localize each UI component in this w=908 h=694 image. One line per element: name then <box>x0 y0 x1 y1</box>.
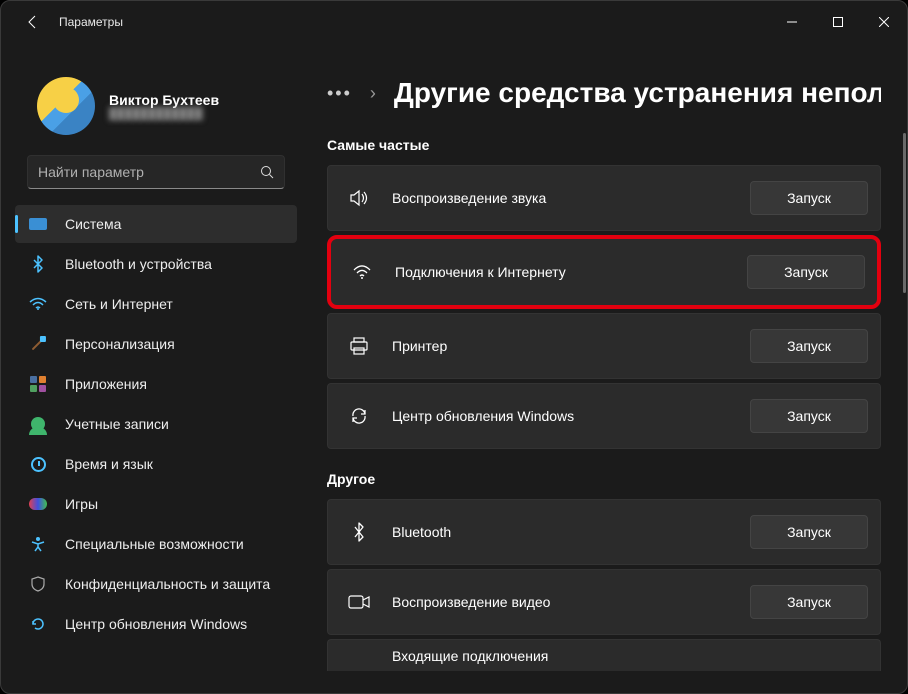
sidebar-item-label: Специальные возможности <box>65 536 244 552</box>
person-icon <box>29 415 47 433</box>
troubleshooter-audio: Воспроизведение звука Запуск <box>327 165 881 231</box>
troubleshooter-label: Подключения к Интернету <box>395 264 725 280</box>
maximize-button[interactable] <box>815 1 861 43</box>
system-icon <box>29 215 47 233</box>
sidebar-item-label: Центр обновления Windows <box>65 616 247 632</box>
sidebar-item-label: Конфиденциальность и защита <box>65 576 270 592</box>
troubleshooter-internet: Подключения к Интернету Запуск <box>327 235 881 309</box>
accessibility-icon <box>29 535 47 553</box>
sidebar-item-accessibility[interactable]: Специальные возможности <box>15 525 297 563</box>
window-controls <box>769 1 907 43</box>
breadcrumb: ••• › Другие средства устранения непола <box>311 43 897 115</box>
shield-icon <box>29 575 47 593</box>
troubleshooter-bluetooth: Bluetooth Запуск <box>327 499 881 565</box>
troubleshooter-label: Воспроизведение звука <box>392 190 728 206</box>
window-title: Параметры <box>59 15 123 29</box>
sidebar-item-personalization[interactable]: Персонализация <box>15 325 297 363</box>
settings-window: Параметры Виктор Бухтеев ████████████ <box>0 0 908 694</box>
sidebar-item-label: Сеть и Интернет <box>65 296 173 312</box>
troubleshooter-label: Воспроизведение видео <box>392 594 728 610</box>
run-button[interactable]: Запуск <box>750 399 868 433</box>
profile-block[interactable]: Виктор Бухтеев ████████████ <box>9 43 303 155</box>
bluetooth-icon <box>348 521 370 543</box>
clock-icon <box>29 455 47 473</box>
nav: Система Bluetooth и устройства Сеть и Ин… <box>9 205 303 643</box>
sidebar-item-label: Система <box>65 216 121 232</box>
sidebar-item-label: Приложения <box>65 376 147 392</box>
apps-icon <box>29 375 47 393</box>
run-button[interactable]: Запуск <box>747 255 865 289</box>
chevron-right-icon: › <box>370 83 376 104</box>
sidebar: Виктор Бухтеев ████████████ Система <box>1 43 311 693</box>
sidebar-item-label: Игры <box>65 496 98 512</box>
section-other: Другое <box>311 449 897 499</box>
profile-name: Виктор Бухтеев <box>109 92 219 108</box>
sidebar-item-label: Учетные записи <box>65 416 169 432</box>
search-input[interactable] <box>38 164 260 180</box>
troubleshooter-incoming: Входящие подключения Запуск <box>327 639 881 671</box>
sidebar-item-network[interactable]: Сеть и Интернет <box>15 285 297 323</box>
section-frequent: Самые частые <box>311 115 897 165</box>
page-title: Другие средства устранения непола <box>394 77 881 109</box>
run-button[interactable]: Запуск <box>750 329 868 363</box>
troubleshooter-label: Входящие подключения <box>392 648 868 664</box>
update-icon <box>29 615 47 633</box>
printer-icon <box>348 335 370 357</box>
troubleshooter-label: Центр обновления Windows <box>392 408 728 424</box>
sidebar-item-time[interactable]: Время и язык <box>15 445 297 483</box>
sidebar-item-system[interactable]: Система <box>15 205 297 243</box>
troubleshooter-printer: Принтер Запуск <box>327 313 881 379</box>
run-button[interactable]: Запуск <box>750 585 868 619</box>
scrollbar[interactable] <box>903 133 906 293</box>
search-box[interactable] <box>27 155 285 189</box>
sidebar-item-privacy[interactable]: Конфиденциальность и защита <box>15 565 297 603</box>
profile-email: ████████████ <box>109 108 219 120</box>
sync-icon <box>348 405 370 427</box>
wifi-icon <box>29 295 47 313</box>
video-icon <box>348 591 370 613</box>
troubleshooter-windows-update: Центр обновления Windows Запуск <box>327 383 881 449</box>
wifi-icon <box>351 261 373 283</box>
speaker-icon <box>348 187 370 209</box>
sidebar-item-accounts[interactable]: Учетные записи <box>15 405 297 443</box>
sidebar-item-games[interactable]: Игры <box>15 485 297 523</box>
bluetooth-icon <box>29 255 47 273</box>
search-icon <box>260 165 274 179</box>
sidebar-item-label: Время и язык <box>65 456 153 472</box>
sidebar-item-update[interactable]: Центр обновления Windows <box>15 605 297 643</box>
sidebar-item-label: Bluetooth и устройства <box>65 256 212 272</box>
troubleshooter-label: Bluetooth <box>392 524 728 540</box>
minimize-button[interactable] <box>769 1 815 43</box>
close-button[interactable] <box>861 1 907 43</box>
sidebar-item-apps[interactable]: Приложения <box>15 365 297 403</box>
run-button[interactable]: Запуск <box>750 515 868 549</box>
run-button[interactable]: Запуск <box>750 181 868 215</box>
avatar <box>37 77 95 135</box>
breadcrumb-overflow[interactable]: ••• <box>327 83 352 104</box>
main-content: ••• › Другие средства устранения непола … <box>311 43 907 693</box>
sidebar-item-bluetooth[interactable]: Bluetooth и устройства <box>15 245 297 283</box>
back-button[interactable] <box>13 2 53 42</box>
sidebar-item-label: Персонализация <box>65 336 175 352</box>
troubleshooter-video: Воспроизведение видео Запуск <box>327 569 881 635</box>
brush-icon <box>29 335 47 353</box>
titlebar: Параметры <box>1 1 907 43</box>
gamepad-icon <box>29 495 47 513</box>
troubleshooter-label: Принтер <box>392 338 728 354</box>
